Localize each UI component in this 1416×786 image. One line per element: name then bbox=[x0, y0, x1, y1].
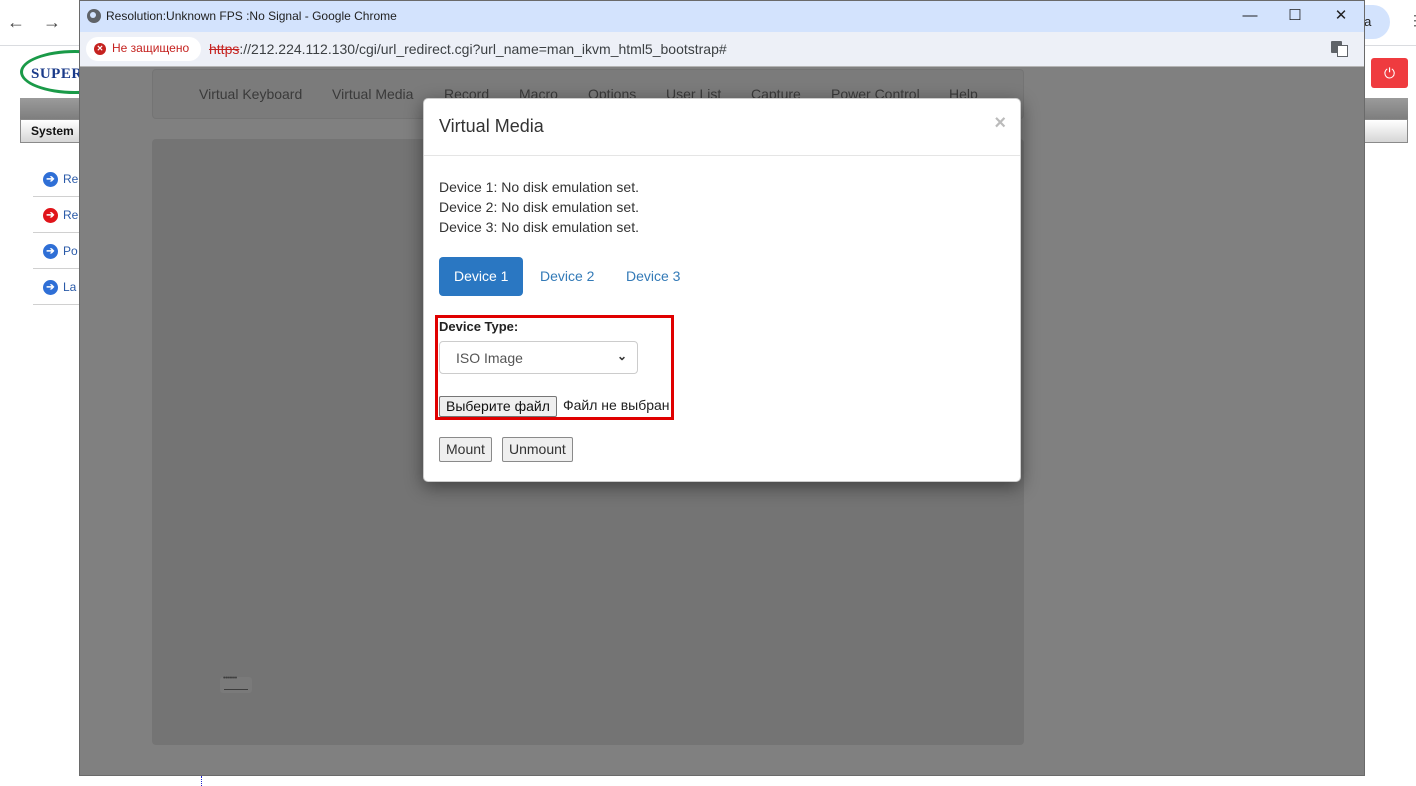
minimize-button[interactable]: — bbox=[1230, 5, 1270, 29]
sidebar-item-label: Re bbox=[63, 172, 79, 186]
translate-icon[interactable] bbox=[1331, 41, 1348, 57]
keyboard-icon[interactable] bbox=[220, 675, 252, 693]
arrow-right-icon: ➔ bbox=[43, 208, 58, 223]
url-scheme: https bbox=[209, 41, 240, 57]
power-icon[interactable]: ⏻ bbox=[1371, 58, 1408, 88]
kvm-popup-window: Resolution:Unknown FPS :No Signal - Goog… bbox=[79, 0, 1365, 776]
menu-virtual-keyboard[interactable]: Virtual Keyboard bbox=[199, 86, 302, 102]
close-window-button[interactable]: ✕ bbox=[1321, 5, 1361, 29]
arrow-right-icon: ➔ bbox=[43, 172, 58, 187]
tab-device-2[interactable]: Device 2 bbox=[525, 257, 609, 296]
device-type-label: Device Type: bbox=[439, 319, 519, 334]
browser-menu-icon[interactable]: ⋮ bbox=[1408, 12, 1416, 32]
address-bar[interactable]: ✕ Не защищено https://212.224.112.130/cg… bbox=[80, 32, 1364, 67]
modal-title: Virtual Media bbox=[439, 116, 544, 136]
device-status-list: Device 1: No disk emulation set. Device … bbox=[439, 177, 639, 237]
device-status-line: Device 3: No disk emulation set. bbox=[439, 219, 639, 235]
url-text[interactable]: https://212.224.112.130/cgi/url_redirect… bbox=[209, 41, 727, 57]
globe-icon bbox=[87, 9, 101, 23]
sidebar-item-label: Re bbox=[63, 208, 79, 222]
device-type-value: ISO Image bbox=[456, 350, 523, 366]
sidebar-item-label: Po bbox=[63, 244, 78, 258]
chevron-down-icon: ⌄ bbox=[616, 349, 627, 363]
security-chip[interactable]: ✕ Не защищено bbox=[86, 37, 201, 61]
maximize-button[interactable]: ☐ bbox=[1275, 5, 1315, 29]
virtual-media-modal: Virtual Media × Device 1: No disk emulat… bbox=[423, 98, 1021, 482]
tab-device-3[interactable]: Device 3 bbox=[611, 257, 695, 296]
security-label: Не защищено bbox=[112, 41, 190, 55]
resize-handle[interactable] bbox=[201, 776, 203, 786]
arrow-right-icon: ➔ bbox=[43, 280, 58, 295]
unmount-button[interactable]: Unmount bbox=[502, 437, 573, 462]
back-icon[interactable]: ← bbox=[4, 10, 28, 34]
close-icon[interactable]: × bbox=[994, 112, 1006, 135]
not-secure-icon: ✕ bbox=[94, 43, 106, 55]
tab-system[interactable]: System bbox=[31, 124, 74, 138]
url-rest: ://212.224.112.130/cgi/url_redirect.cgi?… bbox=[239, 41, 727, 57]
mount-button[interactable]: Mount bbox=[439, 437, 492, 462]
arrow-right-icon: ➔ bbox=[43, 244, 58, 259]
choose-file-button[interactable]: Выберите файл bbox=[439, 396, 557, 417]
window-titlebar[interactable]: Resolution:Unknown FPS :No Signal - Goog… bbox=[80, 1, 1364, 32]
menu-virtual-media[interactable]: Virtual Media bbox=[332, 86, 413, 102]
tab-device-1[interactable]: Device 1 bbox=[439, 257, 524, 296]
device-status-line: Device 1: No disk emulation set. bbox=[439, 179, 639, 195]
modal-header: Virtual Media × bbox=[424, 99, 1020, 156]
device-status-line: Device 2: No disk emulation set. bbox=[439, 199, 639, 215]
sidebar-item-label: La bbox=[63, 280, 77, 294]
device-type-select[interactable]: ISO Image ⌄ bbox=[439, 341, 638, 374]
forward-icon[interactable]: → bbox=[40, 10, 64, 34]
window-title: Resolution:Unknown FPS :No Signal - Goog… bbox=[106, 9, 397, 23]
file-status: Файл не выбран bbox=[563, 397, 670, 413]
